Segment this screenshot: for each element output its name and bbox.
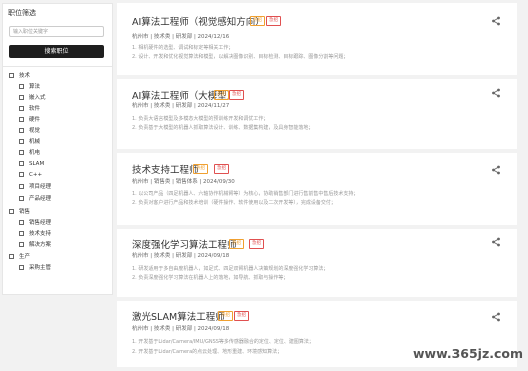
filter-title: 职位筛选 (8, 9, 36, 17)
category-item[interactable]: 软件 (19, 105, 40, 114)
checkbox-icon[interactable] (19, 150, 24, 155)
job-meta: 杭州市 | 销售类 | 销售体系 | 2024/09/30 (132, 179, 235, 185)
category-item[interactable]: 硬件 (19, 116, 40, 125)
urgent-tag: 急招 (234, 311, 249, 321)
checkbox-icon[interactable] (19, 265, 24, 270)
category-label: 解决方案 (29, 242, 52, 248)
hot-tag: 热招 (214, 90, 229, 100)
job-description-line: 1. 相机硬件的选型、调试和标定等相关工作； (132, 45, 234, 51)
job-card[interactable]: AI算法工程师（大模型） 热招 急招 杭州市 | 技术类 | 研发部 | 2024/1… (117, 79, 517, 149)
hot-tag: 热招 (250, 16, 265, 26)
hot-tag: 热招 (218, 311, 233, 321)
category-label: 硬件 (29, 117, 41, 123)
category-item[interactable]: 解决方案 (19, 241, 51, 250)
checkbox-icon[interactable] (19, 95, 24, 100)
category-label: 采购主管 (29, 265, 52, 271)
category-item[interactable]: 项目经理 (19, 183, 51, 192)
category-label: 销售 (19, 209, 31, 215)
share-icon[interactable] (491, 312, 501, 322)
category-label: 销售经理 (29, 220, 52, 226)
job-description-line: 2. 开发基于Lidar/Camera的点云处理、地形重建、环境感知算法； (132, 349, 283, 355)
checkbox-icon[interactable] (19, 128, 24, 133)
job-description-line: 1. 研发适用于多自由度机器人，如足式、四足双臂机器人决策规划的深度强化学习算法… (132, 266, 329, 272)
checkbox-icon[interactable] (19, 161, 24, 166)
category-item[interactable]: 生产 (9, 253, 30, 262)
job-description-line: 1. 开发基于Lidar/Camera/IMU/GNSS等多传感器融合的定位、定… (132, 339, 314, 345)
category-item[interactable]: 技术 (9, 72, 30, 81)
urgent-tag: 急招 (249, 239, 264, 249)
category-label: 生产 (19, 254, 31, 260)
hot-tag: 热招 (193, 164, 208, 174)
category-item[interactable]: 销售 (9, 208, 30, 217)
checkbox-icon[interactable] (19, 242, 24, 247)
share-icon[interactable] (491, 16, 501, 26)
share-icon[interactable] (491, 237, 501, 247)
job-description-line: 1. 负责大语言模型及多模态大模型的预训练开发和调优工作； (132, 116, 269, 122)
category-item[interactable]: 产品经理 (19, 195, 51, 204)
checkbox-icon[interactable] (19, 139, 24, 144)
job-meta: 杭州市 | 技术类 | 研发部 | 2024/11/27 (132, 103, 230, 109)
category-label: 嵌入式 (29, 95, 46, 101)
job-meta: 杭州市 | 技术类 | 研发部 | 2024/09/18 (132, 253, 230, 259)
category-label: 机械 (29, 139, 41, 145)
search-job-button[interactable]: 搜索职位 (9, 45, 104, 58)
job-description-line: 2. 设计、开发和优化视觉算法和模型，以解决图像识别、目标检测、目标跟踪、图像分… (132, 54, 349, 60)
job-card[interactable]: 深度强化学习算法工程师 热招 急招杭州市 | 技术类 | 研发部 | 2024/09… (117, 229, 517, 297)
category-item[interactable]: 销售经理 (19, 219, 51, 228)
watermark: www.365jz.com (413, 346, 524, 361)
checkbox-icon[interactable] (19, 84, 24, 89)
category-item[interactable]: 嵌入式 (19, 94, 46, 103)
checkbox-icon[interactable] (19, 172, 24, 177)
job-description-line: 1. 以公司产品（四足机器人、六轴协作机械臂等）为核心，协助销售部门进行售前售中… (132, 191, 359, 197)
share-icon[interactable] (491, 88, 501, 98)
category-item[interactable]: 机械 (19, 138, 40, 147)
category-label: C++ (29, 172, 43, 178)
checkbox-icon[interactable] (9, 209, 14, 214)
keyword-search-input[interactable]: 输入职位关键字 (9, 26, 104, 37)
category-label: 机电 (29, 150, 41, 156)
category-label: 视觉 (29, 128, 41, 134)
category-label: 技术支持 (29, 231, 52, 237)
category-label: 产品经理 (29, 196, 52, 202)
job-meta: 杭州市 | 技术类 | 研发部 | 2024/12/16 (132, 34, 230, 40)
checkbox-icon[interactable] (19, 117, 24, 122)
category-label: 算法 (29, 84, 41, 90)
checkbox-icon[interactable] (9, 73, 14, 78)
category-item[interactable]: 技术支持 (19, 230, 51, 239)
category-label: SLAM (29, 161, 45, 167)
job-description-line: 2. 负责对客户进行产品和技术培训（硬件操作、软件使用以及二次开发等），完成设备… (132, 200, 336, 206)
job-title[interactable]: 激光SLAM算法工程师 (132, 309, 225, 323)
job-filter-sidebar: 职位筛选 输入职位关键字 搜索职位 技术算法嵌入式软件硬件视觉机械机电 SLAM C… (2, 3, 113, 295)
checkbox-icon[interactable] (9, 254, 14, 259)
checkbox-icon[interactable] (19, 196, 24, 201)
category-label: 项目经理 (29, 184, 52, 190)
urgent-tag: 急招 (266, 16, 281, 26)
job-meta: 杭州市 | 技术类 | 研发部 | 2024/09/18 (132, 326, 230, 332)
checkbox-icon[interactable] (19, 184, 24, 189)
job-title[interactable]: 深度强化学习算法工程师 (132, 237, 237, 251)
job-card[interactable]: AI算法工程师（视觉感知方向） 热招 急招杭州市 | 技术类 | 研发部 | 202… (117, 3, 517, 75)
share-icon[interactable] (491, 165, 501, 175)
job-title[interactable]: 技术支持工程师 (132, 162, 199, 176)
category-item[interactable]: 视觉 (19, 127, 40, 136)
checkbox-icon[interactable] (19, 106, 24, 111)
divider (3, 66, 112, 67)
category-item[interactable]: SLAM (19, 160, 44, 169)
checkbox-icon[interactable] (19, 220, 24, 225)
category-item[interactable]: 机电 (19, 149, 40, 158)
checkbox-icon[interactable] (19, 231, 24, 236)
urgent-tag: 急招 (229, 90, 244, 100)
category-item[interactable]: C++ (19, 171, 42, 180)
job-description-line: 2. 负责基于大模型的机器人抓取算法设计、训练、数据集构建，及具身智能落地； (132, 125, 314, 131)
category-label: 技术 (19, 73, 31, 79)
job-card[interactable]: 技术支持工程师 热招 急招杭州市 | 销售类 | 销售体系 | 2024/09/30… (117, 153, 517, 225)
category-label: 软件 (29, 106, 41, 112)
job-description-line: 2. 负责深度强化学习算法在机器人上的落地，如导航、抓取与操作等； (132, 275, 289, 281)
category-item[interactable]: 采购主管 (19, 264, 51, 273)
job-title[interactable]: AI算法工程师（视觉感知方向） (132, 14, 265, 28)
hot-tag: 热招 (229, 239, 244, 249)
urgent-tag: 急招 (214, 164, 229, 174)
category-item[interactable]: 算法 (19, 83, 40, 92)
